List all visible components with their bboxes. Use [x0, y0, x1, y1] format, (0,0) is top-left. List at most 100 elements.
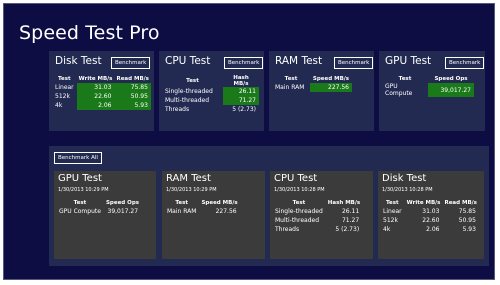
test-name: 4k — [383, 226, 391, 233]
disk-results-table: Test Write MB/s Read MB/s Linear 31.03 7… — [52, 75, 151, 110]
results-area: Benchmark All GPU Test 1/30/2013 10:29 P… — [49, 146, 489, 266]
table-row: 4k 2.06 5.93 — [380, 225, 479, 234]
column-header: Speed Ops — [105, 200, 140, 206]
write-value: 31.03 — [76, 83, 115, 92]
gpu-results-table: Test Speed Ops GPU Compute 39,017.27 — [382, 75, 474, 97]
test-name: Linear — [55, 84, 74, 91]
test-name: Linear — [383, 208, 402, 215]
table-row: 512k 22.60 50.95 — [52, 92, 151, 101]
column-header: Write MB/s — [78, 76, 113, 82]
table-row: Main RAM 227.56 — [164, 207, 240, 216]
card-title: Disk Test — [382, 173, 427, 184]
ram-result-card: RAM Test 1/30/2013 10:29 PM Test Speed M… — [162, 171, 265, 259]
table-row: 4k 2.06 5.93 — [52, 101, 151, 110]
write-value: 22.60 — [422, 217, 440, 224]
test-name: 512k — [55, 93, 70, 100]
table-row: Linear 31.03 75.85 — [380, 207, 479, 216]
gpu-result-card: GPU Test 1/30/2013 10:29 PM Test Speed O… — [54, 171, 156, 259]
test-name: Main RAM — [275, 84, 305, 91]
table-row: Main RAM 227.56 — [272, 83, 352, 92]
test-name: 4k — [55, 102, 63, 109]
column-header: Speed MB/s — [312, 76, 350, 82]
table-row: Linear 31.03 75.85 — [52, 83, 151, 92]
card-date: 1/30/2013 10:28 PM — [274, 187, 325, 193]
card-date: 1/30/2013 10:28 PM — [382, 187, 433, 193]
panel-title: GPU Test — [385, 55, 432, 67]
write-value: 2.06 — [76, 101, 115, 110]
test-name: Threads — [165, 106, 190, 113]
hash-value: 26.11 — [223, 87, 259, 96]
gpu-benchmark-button[interactable]: Benchmark — [445, 57, 485, 69]
card-date: 1/30/2013 10:29 PM — [58, 187, 109, 193]
ram-result-table: Test Speed MB/s Main RAM 227.56 — [164, 199, 240, 216]
table-row: Threads 5 (2.73) — [162, 105, 259, 114]
disk-result-table: Test Write MB/s Read MB/s Linear 31.03 7… — [380, 199, 479, 234]
table-header-row: Test Hash MB/s — [162, 75, 259, 87]
table-row: Threads 5 (2.73) — [272, 225, 362, 234]
test-name: Multi-threaded — [165, 97, 209, 104]
read-value: 75.85 — [458, 208, 476, 215]
ram-benchmark-button[interactable]: Benchmark — [334, 57, 374, 69]
cpu-benchmark-button[interactable]: Benchmark — [224, 57, 264, 69]
table-row: GPU Compute 39,017.27 — [56, 207, 141, 216]
ram-test-panel: RAM Test Benchmark Test Speed MB/s Main … — [269, 51, 374, 131]
table-row: GPU Compute 39,017.27 — [382, 83, 474, 97]
card-title: GPU Test — [58, 173, 102, 184]
gpu-test-panel: GPU Test Benchmark Test Speed Ops GPU Co… — [379, 51, 485, 131]
table-header-row: Test Write MB/s Read MB/s — [52, 75, 151, 83]
read-value: 5.93 — [114, 101, 151, 110]
cpu-result-table: Test Hash MB/s Single-threaded 26.11 Mul… — [272, 199, 362, 234]
test-name: GPU Compute — [59, 208, 101, 215]
app-title: Speed Test Pro — [19, 22, 160, 44]
column-header: Test — [398, 76, 412, 82]
test-name: Multi-threaded — [275, 217, 319, 224]
cpu-results-table: Test Hash MB/s Single-threaded 26.11 Mul… — [162, 75, 259, 114]
test-name: GPU Compute — [385, 83, 413, 97]
disk-benchmark-button[interactable]: Benchmark — [111, 57, 151, 69]
card-title: RAM Test — [166, 173, 211, 184]
column-header: Hash MB/s — [327, 200, 361, 206]
speed-value: 227.56 — [215, 208, 237, 215]
read-value: 50.95 — [458, 217, 476, 224]
column-header: Read MB/s — [116, 76, 149, 82]
table-row: 512k 22.60 50.95 — [380, 216, 479, 225]
table-row: Single-threaded 26.11 — [272, 207, 362, 216]
test-name: 512k — [383, 217, 398, 224]
column-header: Test — [386, 200, 399, 206]
test-name: Single-threaded — [275, 208, 323, 215]
column-header: Test — [186, 78, 199, 84]
column-header: Speed Ops — [434, 76, 468, 82]
read-value: 75.85 — [114, 83, 151, 92]
column-header: Test — [58, 76, 71, 82]
test-name: Threads — [275, 226, 300, 233]
column-header: Test — [175, 200, 189, 206]
table-header-row: Test Write MB/s Read MB/s — [380, 199, 479, 207]
hash-value: 71.27 — [223, 96, 259, 105]
column-header: Read MB/s — [444, 200, 477, 206]
column-header: Speed MB/s — [201, 200, 238, 206]
speed-value: 39,017.27 — [107, 208, 139, 215]
disk-test-panel: Disk Test Benchmark Test Write MB/s Read… — [49, 51, 154, 131]
write-value: 31.03 — [422, 208, 440, 215]
panel-title: CPU Test — [165, 55, 211, 67]
cpu-result-card: CPU Test 1/30/2013 10:28 PM Test Hash MB… — [270, 171, 373, 259]
table-header-row: Test Speed Ops — [56, 199, 141, 207]
read-value: 5.93 — [462, 226, 476, 233]
read-value: 50.95 — [114, 92, 151, 101]
threads-value: 5 (2.73) — [335, 226, 360, 233]
hash-value: 26.11 — [341, 208, 360, 215]
hash-value: 71.27 — [341, 217, 360, 224]
benchmark-all-button[interactable]: Benchmark All — [54, 152, 102, 164]
cpu-test-panel: CPU Test Benchmark Test Hash MB/s Single… — [159, 51, 264, 131]
speed-value: 39,017.27 — [428, 83, 474, 97]
ram-results-table: Test Speed MB/s Main RAM 227.56 — [272, 75, 352, 92]
table-header-row: Test Hash MB/s — [272, 199, 362, 207]
test-name: Single-threaded — [165, 88, 213, 95]
table-row: Multi-threaded 71.27 — [272, 216, 362, 225]
write-value: 2.06 — [426, 226, 440, 233]
panel-title: RAM Test — [275, 55, 323, 67]
write-value: 22.60 — [76, 92, 115, 101]
column-header: Test — [284, 76, 298, 82]
table-row: Multi-threaded 71.27 — [162, 96, 259, 105]
column-header: Hash MB/s — [233, 75, 249, 87]
